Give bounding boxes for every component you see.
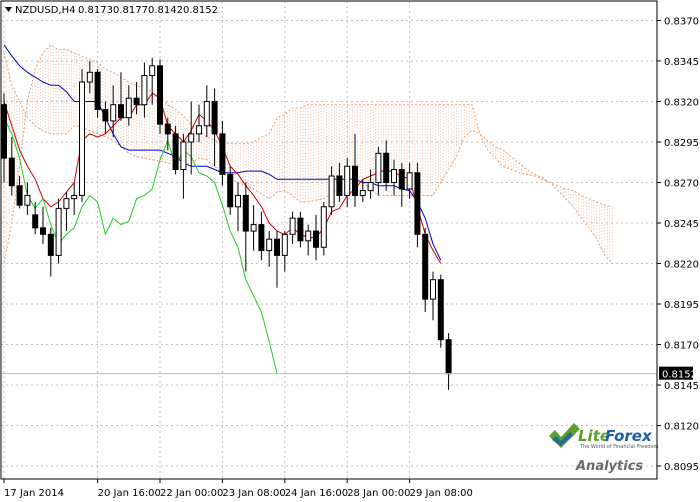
y-tick-label: 0.8320 [664, 97, 699, 108]
candle-body [359, 190, 366, 196]
candle-body [63, 198, 70, 209]
price-chart[interactable]: 0.8370 0.8345 0.8320 0.8295 0.8270 0.8245 0.82… [0, 0, 700, 502]
candle-body [180, 141, 187, 171]
candle [55, 198, 62, 264]
candle-body [32, 214, 39, 229]
candle-body [352, 165, 358, 196]
x-tick-label: 23 Jan 08:00 [222, 488, 285, 499]
candle-body [1, 104, 7, 159]
candle-body [266, 238, 273, 252]
y-tick-label: 0.8095 [664, 462, 699, 473]
x-tick-label: 29 Jan 08:00 [410, 488, 473, 499]
candle-body [94, 71, 101, 111]
candle-body [86, 71, 93, 83]
candle-body [47, 233, 54, 256]
candle-body [219, 133, 226, 175]
candle-body [149, 65, 156, 77]
candle-body [110, 104, 117, 122]
candle-body [305, 230, 312, 242]
candle-body [40, 227, 46, 235]
candle-body [141, 75, 148, 106]
candle-body [172, 133, 179, 171]
x-tick-label: 17 Jan 2014 [4, 488, 64, 499]
candle-body [320, 206, 327, 248]
candle [422, 227, 429, 313]
y-tick-label: 0.8245 [664, 219, 699, 230]
candle-body [422, 233, 429, 300]
logo-tagline: The World of Financial Freedom [579, 444, 659, 450]
current-price-label: 0.8152 [662, 370, 697, 381]
candle-body [383, 152, 390, 183]
y-tick-label: 0.8220 [664, 259, 699, 270]
candle-body [102, 109, 109, 122]
candle-body [336, 175, 343, 196]
candle-body [79, 81, 85, 196]
candle-body [367, 181, 374, 192]
open-value: 0.8173 [78, 5, 113, 16]
y-tick-label: 0.8195 [664, 300, 699, 311]
candle-body [242, 194, 249, 232]
y-tick-label: 0.8295 [664, 138, 699, 149]
y-tick-label: 0.8345 [664, 57, 699, 68]
candle-body [24, 194, 31, 206]
candle [414, 163, 421, 248]
y-tick-label: 0.8370 [664, 16, 699, 27]
y-tick-label: 0.8145 [664, 381, 699, 392]
candle-body [258, 224, 265, 252]
candle-body [391, 169, 397, 183]
candle [437, 274, 444, 348]
candle-body [8, 157, 15, 187]
candle-body [16, 185, 23, 206]
candle-body [430, 279, 436, 300]
candle-body [375, 152, 382, 183]
candle-body [406, 172, 413, 190]
candle-body [133, 97, 140, 106]
low-value: 0.8142 [148, 5, 183, 16]
candle-body [414, 172, 421, 235]
candle-body [297, 217, 304, 242]
x-tick-label: 24 Jan 16:00 [285, 488, 348, 499]
y-tick-label: 0.8120 [664, 422, 699, 433]
candle-body [281, 233, 288, 256]
current-price-badge: 0.8152 [659, 366, 697, 381]
candle [157, 59, 163, 134]
candle-body [157, 65, 163, 125]
candle-body [211, 100, 218, 135]
x-tick-label: 20 Jan 16:00 [98, 488, 161, 499]
logo-forex: Forex [605, 427, 653, 445]
close-value: 0.8152 [183, 5, 218, 16]
x-tick-label: 28 Jan 00:00 [347, 488, 410, 499]
high-value: 0.8177 [113, 5, 148, 16]
logo-analytics: Analytics [575, 459, 643, 474]
candle-body [313, 230, 319, 248]
y-tick-label: 0.8270 [664, 178, 699, 189]
candle [79, 69, 85, 202]
candle-body [344, 165, 351, 196]
candle-body [250, 224, 257, 232]
candle [320, 201, 327, 256]
chart-header: NZDUSD,H4 0.8173 0.8177 0.8142 0.8152 [5, 5, 218, 16]
candle-body [164, 123, 171, 135]
candle-body [289, 217, 296, 235]
candle-body [118, 104, 124, 119]
candle-body [55, 207, 62, 256]
candle-body [328, 175, 335, 208]
candle-body [235, 194, 241, 208]
candle-body [445, 339, 452, 375]
candle-body [196, 125, 202, 135]
symbol-label: NZDUSD,H4 [15, 5, 75, 16]
candle-body [437, 279, 444, 341]
candle-body [125, 97, 132, 119]
candle-body [398, 169, 405, 190]
y-tick-label: 0.8170 [664, 341, 699, 352]
candle-body [203, 100, 210, 127]
candle-body [227, 173, 234, 208]
candle-body [71, 194, 78, 200]
candle-body [274, 238, 280, 256]
candle-body [188, 133, 195, 143]
x-tick-label: 22 Jan 00:00 [160, 488, 223, 499]
